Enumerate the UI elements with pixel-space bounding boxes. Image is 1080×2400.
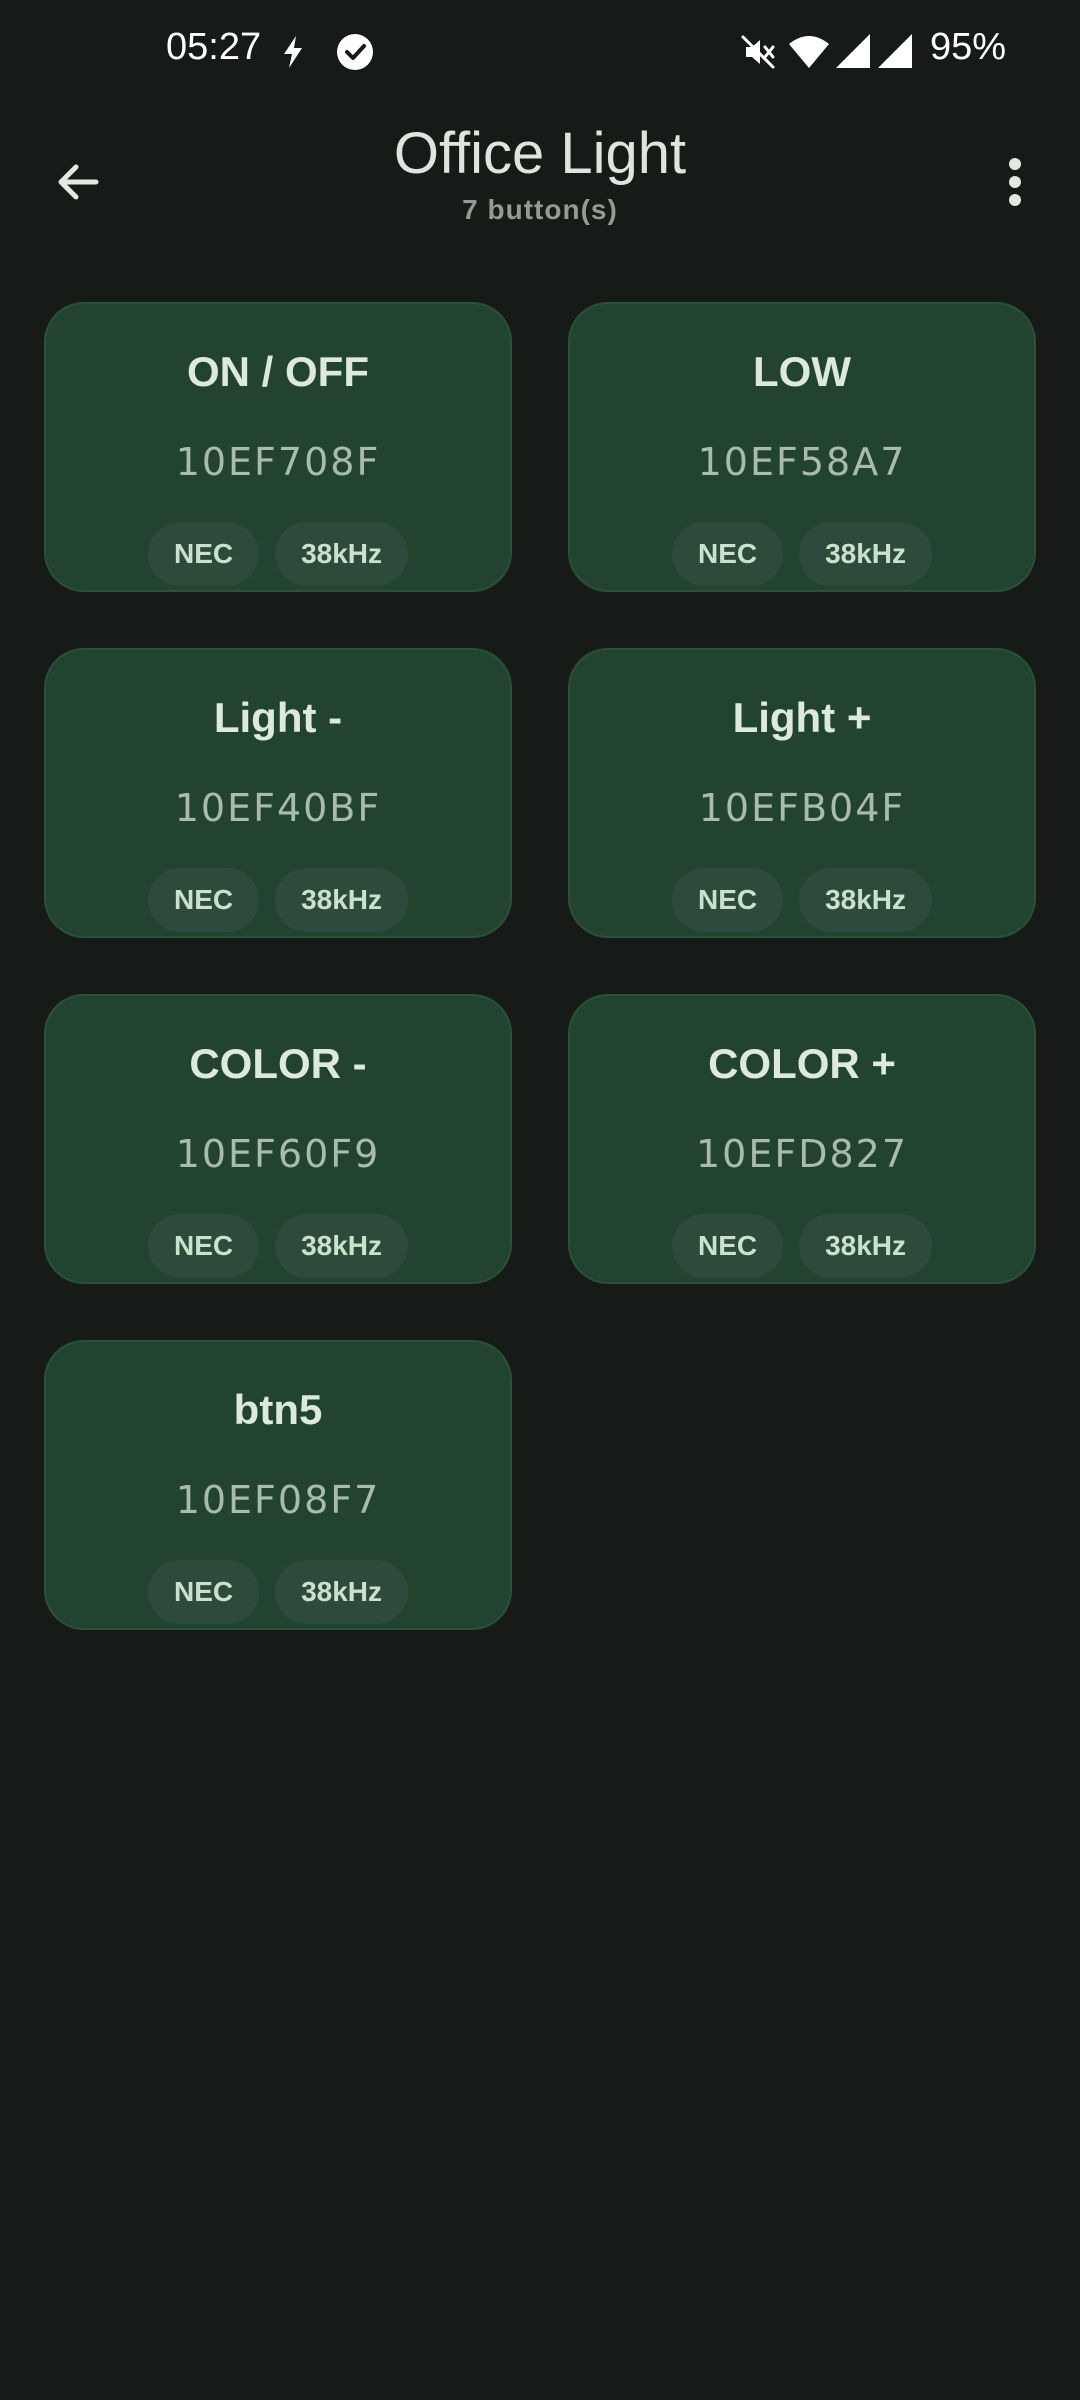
chip-row: NEC 38kHz [570, 868, 1034, 932]
ir-code: 10EFB04F [698, 786, 906, 830]
frequency-chip: 38kHz [275, 868, 409, 932]
button-name: COLOR - [189, 1040, 367, 1087]
more-vert-icon [1009, 158, 1021, 206]
frequency-chip: 38kHz [275, 1560, 409, 1624]
button-name: LOW [753, 348, 851, 395]
frequency-chip: 38kHz [275, 1214, 409, 1278]
chip-row: NEC 38kHz [46, 1560, 510, 1624]
more-options-button[interactable] [975, 142, 1055, 222]
ir-code: 10EF708F [175, 440, 381, 484]
chip-row: NEC 38kHz [46, 522, 510, 586]
ir-code: 10EF60F9 [175, 1132, 381, 1176]
chip-row: NEC 38kHz [46, 1214, 510, 1278]
button-name: Light + [732, 694, 872, 741]
mute-icon [741, 35, 775, 69]
chip-row: NEC 38kHz [46, 868, 510, 932]
frequency-chip: 38kHz [799, 522, 933, 586]
remote-button-card[interactable]: ON / OFF 10EF708F NEC 38kHz [44, 302, 512, 592]
protocol-chip: NEC [671, 1214, 784, 1278]
button-name: ON / OFF [187, 348, 369, 395]
wifi-icon [789, 36, 829, 68]
ir-code: 10EF40BF [174, 786, 382, 830]
protocol-chip: NEC [671, 868, 784, 932]
status-time: 05:27 [166, 26, 262, 68]
ir-code: 10EF58A7 [697, 440, 907, 484]
ir-code: 10EFD827 [695, 1132, 908, 1176]
remote-button-grid: ON / OFF 10EF708F NEC 38kHz LOW 10EF58A7… [44, 302, 1036, 1630]
frequency-chip: 38kHz [799, 1214, 933, 1278]
chip-row: NEC 38kHz [570, 1214, 1034, 1278]
protocol-chip: NEC [147, 1214, 260, 1278]
button-name: COLOR + [708, 1040, 896, 1087]
protocol-chip: NEC [147, 1560, 260, 1624]
remote-button-card[interactable]: Light - 10EF40BF NEC 38kHz [44, 648, 512, 938]
signal-icon [836, 34, 870, 68]
arrow-back-icon [58, 164, 99, 200]
remote-button-card[interactable]: LOW 10EF58A7 NEC 38kHz [568, 302, 1036, 592]
battery-level: 95% [930, 26, 1007, 68]
chip-row: NEC 38kHz [570, 522, 1034, 586]
flash-icon [284, 36, 302, 68]
status-bar: 05:27 95% [0, 0, 1080, 100]
button-count: 7 button(s) [462, 194, 618, 225]
protocol-chip: NEC [671, 522, 784, 586]
ir-code: 10EF08F7 [175, 1478, 381, 1522]
button-name: Light - [213, 694, 343, 741]
protocol-chip: NEC [147, 868, 260, 932]
remote-button-card[interactable]: COLOR - 10EF60F9 NEC 38kHz [44, 994, 512, 1284]
remote-button-card[interactable]: Light + 10EFB04F NEC 38kHz [568, 648, 1036, 938]
header-title-block: Office Light 7 button(s) [200, 118, 880, 226]
back-button[interactable] [38, 142, 118, 222]
button-name: btn5 [233, 1386, 323, 1433]
frequency-chip: 38kHz [275, 522, 409, 586]
page-title: Office Light [393, 121, 687, 186]
frequency-chip: 38kHz [799, 868, 933, 932]
protocol-chip: NEC [147, 522, 260, 586]
remote-button-card[interactable]: COLOR + 10EFD827 NEC 38kHz [568, 994, 1036, 1284]
check-circle-icon [337, 34, 373, 70]
remote-button-card[interactable]: btn5 10EF08F7 NEC 38kHz [44, 1340, 512, 1630]
signal-icon [878, 34, 912, 68]
